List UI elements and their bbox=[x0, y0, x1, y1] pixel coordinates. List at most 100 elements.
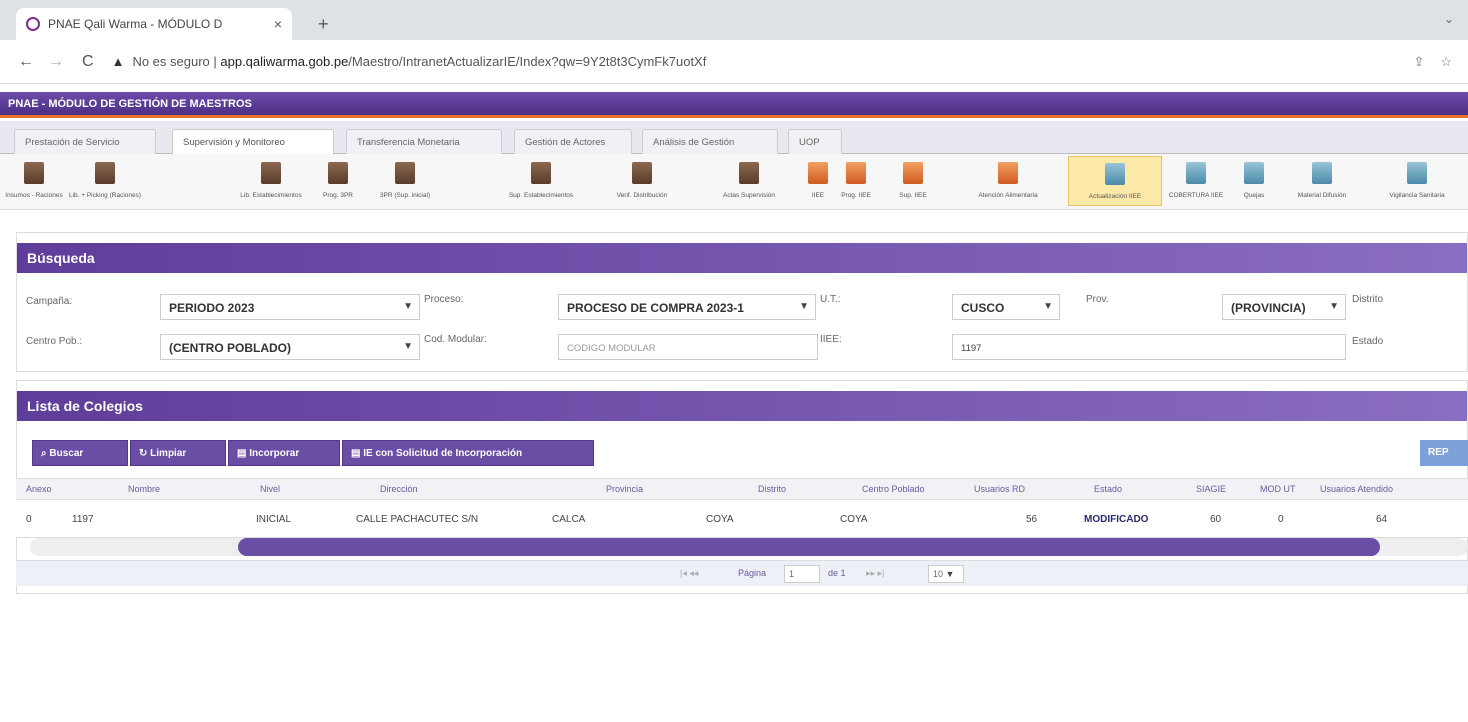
toolbar-lib-establecimientos[interactable]: Lib. Establecimientos bbox=[236, 156, 306, 206]
toolbar-cobertura-iiee[interactable]: COBERTURA IIEE bbox=[1164, 156, 1228, 206]
ut-value: CUSCO bbox=[961, 301, 1005, 315]
col-distrito[interactable]: Distrito bbox=[758, 484, 786, 494]
col-mod-ut[interactable]: MOD UT bbox=[1260, 484, 1296, 494]
pager-page-input[interactable]: 1 bbox=[784, 565, 820, 583]
tab-close-icon[interactable]: × bbox=[274, 16, 282, 32]
proceso-value: PROCESO DE COMPRA 2023-1 bbox=[567, 301, 744, 315]
tab-transferencia-monetaria[interactable]: Transferencia Monetaria bbox=[346, 129, 502, 154]
ut-select[interactable]: CUSCO ▼ bbox=[952, 294, 1060, 320]
new-tab-button[interactable]: + bbox=[318, 14, 329, 35]
building-icon bbox=[632, 162, 652, 184]
browser-tab[interactable]: PNAE Qali Warma - MÓDULO D × bbox=[16, 8, 292, 40]
pager-of-label: de 1 bbox=[828, 568, 846, 578]
box-icon bbox=[998, 162, 1018, 184]
prov-value: (PROVINCIA) bbox=[1231, 301, 1306, 315]
limpiar-label: Limpiar bbox=[150, 448, 187, 459]
box-icon bbox=[846, 162, 866, 184]
proceso-label: Proceso: bbox=[424, 294, 464, 305]
toolbar-verif-distribucion[interactable]: Verif. Distribución bbox=[588, 156, 696, 206]
ie-solicitud-button[interactable]: ▤ IE con Solicitud de Incorporación bbox=[342, 440, 594, 466]
toolbar-lib-picking[interactable]: Lib. + Picking (Raciones) bbox=[68, 156, 142, 206]
proceso-select[interactable]: PROCESO DE COMPRA 2023-1 ▼ bbox=[558, 294, 816, 320]
tab-prestacion-servicio[interactable]: Prestación de Servicio bbox=[14, 129, 156, 154]
pager-next-icon[interactable]: ▸▸ ▸| bbox=[866, 568, 884, 579]
buscar-button[interactable]: ⌕ Buscar bbox=[32, 440, 128, 466]
toolbar-vigilancia-sanitaria[interactable]: Vigilancia Sanitaria bbox=[1366, 156, 1468, 206]
url-field[interactable]: ▲ No es seguro | app.qaliwarma.gob.pe /M… bbox=[112, 54, 1414, 69]
limpiar-button[interactable]: ↻ Limpiar bbox=[130, 440, 226, 466]
col-nombre[interactable]: Nombre bbox=[128, 484, 160, 494]
tab-uop[interactable]: UOP bbox=[788, 129, 842, 154]
busqueda-header: Búsqueda bbox=[17, 243, 1467, 273]
campana-select[interactable]: PERIODO 2023 ▼ bbox=[160, 294, 420, 320]
toolbar-iiee[interactable]: IIEE bbox=[800, 156, 836, 206]
lista-colegios-header: Lista de Colegios bbox=[17, 391, 1467, 421]
pager-prev-icon[interactable]: |◂ ◂◂ bbox=[680, 568, 698, 579]
toolbar-atencion-alimentaria[interactable]: Atención Alimentaria bbox=[952, 156, 1064, 206]
tab-search-icon[interactable]: ⌄ bbox=[1444, 12, 1454, 26]
building-icon bbox=[95, 162, 115, 184]
iiee-input[interactable]: 1197 bbox=[952, 334, 1346, 360]
toolbar-label: Actas Supervisión bbox=[722, 192, 776, 199]
cell-nombre: 1197 bbox=[72, 514, 94, 525]
building-icon bbox=[328, 162, 348, 184]
campana-value: PERIODO 2023 bbox=[169, 301, 255, 315]
col-provincia[interactable]: Provincia bbox=[606, 484, 643, 494]
toolbar-prog-iiee[interactable]: Prog. IIEE bbox=[836, 156, 876, 206]
toolbar-label: Atención Alimentaria bbox=[978, 192, 1038, 199]
building-icon bbox=[24, 162, 44, 184]
centro-poblado-select[interactable]: (CENTRO POBLADO) ▼ bbox=[160, 334, 420, 360]
cod-modular-input[interactable]: CODIGO MODULAR bbox=[558, 334, 818, 360]
distrito-label: Distrito bbox=[1352, 294, 1384, 305]
toolbar-3pr-sup-inicial[interactable]: 3PR (Sup. inicial) bbox=[370, 156, 440, 206]
pager-size-value: 10 bbox=[933, 569, 944, 579]
document-icon bbox=[1244, 162, 1264, 184]
col-direccion[interactable]: Dirección bbox=[380, 484, 418, 494]
toolbar-label: Sup. Establecimientos bbox=[508, 192, 574, 199]
box-icon bbox=[903, 162, 923, 184]
toolbar-actas-supervision[interactable]: Actas Supervisión bbox=[700, 156, 798, 206]
toolbar-label: 3PR (Sup. inicial) bbox=[379, 192, 431, 199]
table-header: Anexo Nombre Nivel Dirección Provincia D… bbox=[16, 478, 1468, 500]
toolbar-insumos-raciones[interactable]: Insumos - Raciones bbox=[0, 156, 68, 206]
toolbar-actualizacion-iiee[interactable]: Actualización IIEE bbox=[1068, 156, 1162, 206]
cell-siagie: 60 bbox=[1210, 514, 1222, 525]
prov-select[interactable]: (PROVINCIA) ▼ bbox=[1222, 294, 1346, 320]
col-estado[interactable]: Estado bbox=[1094, 484, 1122, 494]
toolbar-prog-3pr[interactable]: Prog. 3PR bbox=[310, 156, 366, 206]
chevron-down-icon: ▼ bbox=[799, 301, 809, 312]
col-anexo[interactable]: Anexo bbox=[26, 484, 52, 494]
rep-button[interactable]: REP bbox=[1420, 440, 1468, 466]
estado-label: Estado bbox=[1352, 336, 1384, 347]
incorporar-button[interactable]: ▤ Incorporar bbox=[228, 440, 340, 466]
col-centro-poblado[interactable]: Centro Poblado bbox=[862, 484, 925, 494]
toolbar-sup-establecimientos[interactable]: Sup. Establecimientos bbox=[496, 156, 586, 206]
address-bar-row: ← → C ▲ No es seguro | app.qaliwarma.gob… bbox=[0, 40, 1468, 84]
pager-size-select[interactable]: 10 ▼ bbox=[928, 565, 964, 583]
toolbar-quejas[interactable]: Quejas bbox=[1230, 156, 1278, 206]
reload-button[interactable]: C bbox=[82, 53, 94, 71]
refresh-icon: ↻ bbox=[139, 448, 148, 459]
app-title-bar: PNAE - MÓDULO DE GESTIÓN DE MAESTROS bbox=[0, 92, 1468, 118]
col-nivel[interactable]: Nivel bbox=[260, 484, 280, 494]
pager: |◂ ◂◂ Página 1 de 1 ▸▸ ▸| 10 ▼ bbox=[16, 560, 1468, 586]
centro-poblado-label: Centro Pob.: bbox=[26, 336, 83, 347]
bookmark-star-icon[interactable]: ☆ bbox=[1440, 54, 1452, 70]
favicon-icon bbox=[26, 17, 40, 31]
share-icon[interactable]: ⇪ bbox=[1413, 54, 1424, 70]
back-button[interactable]: ← bbox=[18, 53, 34, 71]
tab-gestion-actores[interactable]: Gestión de Actores bbox=[514, 129, 632, 154]
forward-button[interactable]: → bbox=[48, 53, 64, 71]
toolbar-label: Material Difusión bbox=[1297, 192, 1347, 199]
toolbar-material-difusion[interactable]: Material Difusión bbox=[1280, 156, 1364, 206]
col-siagie[interactable]: SIAGIE bbox=[1196, 484, 1226, 494]
horizontal-scrollbar-thumb[interactable] bbox=[238, 538, 1380, 556]
table-row[interactable]: 0 1197 INICIAL CALLE PACHACUTEC S/N CALC… bbox=[16, 500, 1468, 538]
building-icon bbox=[739, 162, 759, 184]
col-usuarios-rd[interactable]: Usuarios RD bbox=[974, 484, 1025, 494]
tab-supervision-monitoreo[interactable]: Supervisión y Monitoreo bbox=[172, 129, 334, 154]
prov-label: Prov. bbox=[1086, 294, 1109, 305]
col-usuarios-atendido[interactable]: Usuarios Atendido bbox=[1320, 484, 1393, 494]
toolbar-sup-iiee[interactable]: Sup. IIEE bbox=[878, 156, 948, 206]
tab-analisis-gestion[interactable]: Análisis de Gestión bbox=[642, 129, 778, 154]
